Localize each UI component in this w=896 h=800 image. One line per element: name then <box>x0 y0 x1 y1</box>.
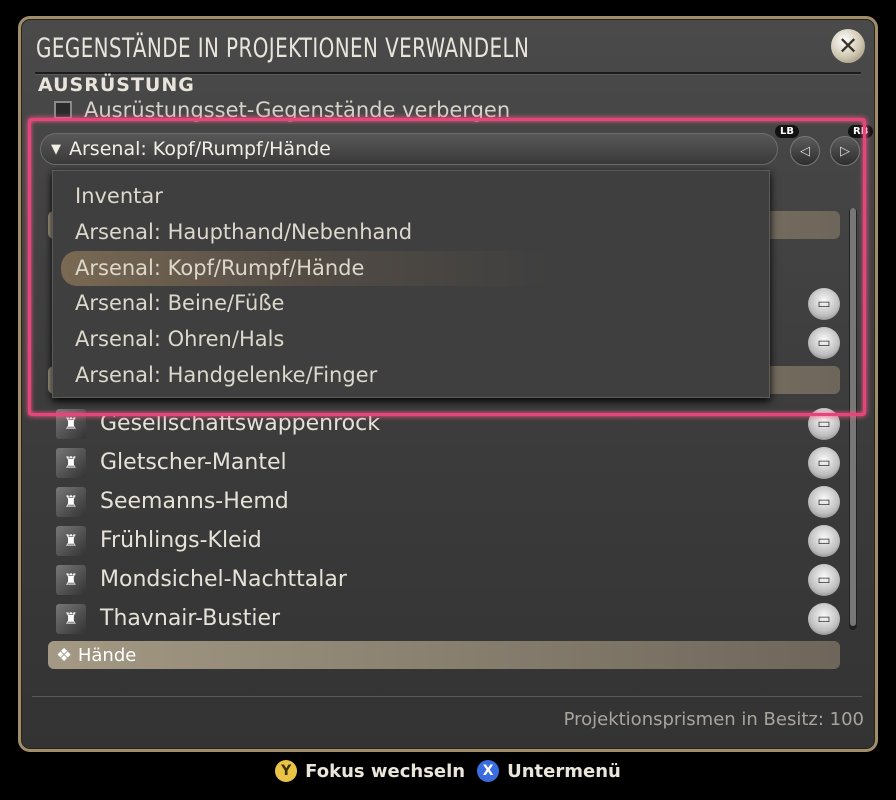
item-name: Frühlings-Kleid <box>100 528 262 553</box>
button-hints: Y Fokus wechseln X Untermenü <box>0 760 896 782</box>
item-name: Gesellschaftswappenrock <box>100 411 380 436</box>
item-name: Thavnair-Bustier <box>100 606 281 631</box>
item-name: Gletscher-Mantel <box>100 450 287 475</box>
chest-icon[interactable]: ▭ <box>808 524 840 557</box>
footer-divider <box>32 696 862 697</box>
section-label: AUSRÜSTUNG <box>38 74 195 96</box>
list-item[interactable]: ♜ Mondsichel-Nachttalar ▭ <box>56 560 840 599</box>
item-icon: ♜ <box>56 486 86 517</box>
x-button-icon: X <box>477 760 500 782</box>
chest-icon[interactable]: ▭ <box>808 407 840 440</box>
hands-category-bar: ❖ Hände <box>48 641 840 669</box>
dropdown-option[interactable]: Arsenal: Haupthand/Nebenhand <box>53 215 769 251</box>
y-button-icon: Y <box>275 760 298 782</box>
item-name: Seemanns-Hemd <box>100 489 289 514</box>
prism-count: Projektionsprismen in Besitz: 100 <box>563 709 864 730</box>
hint-focus-switch: Fokus wechseln <box>305 760 466 782</box>
item-icon: ♜ <box>56 447 86 478</box>
window-title: GEGENSTÄNDE IN PROJEKTIONEN VERWANDELN <box>36 33 530 64</box>
category-select[interactable]: ▼ Arsenal: Kopf/Rumpf/Hände <box>40 133 778 165</box>
item-icon: ♜ <box>56 408 86 439</box>
hide-set-items-label: Ausrüstungsset-Gegenstände verbergen <box>84 98 511 122</box>
next-category-icon[interactable]: ▷ <box>830 136 860 166</box>
chest-icon[interactable]: ▭ <box>808 327 840 359</box>
list-item[interactable]: ♜ Gesellschaftswappenrock ▭ <box>56 404 840 443</box>
list-item[interactable]: ♜ Seemanns-Hemd ▭ <box>56 482 840 521</box>
hide-set-items-checkbox[interactable] <box>54 101 72 119</box>
list-item[interactable]: ♜ Frühlings-Kleid ▭ <box>56 521 840 560</box>
dropdown-option[interactable]: Inventar <box>53 179 769 215</box>
prev-category-icon[interactable]: ◁ <box>790 136 820 166</box>
dropdown-option[interactable]: Arsenal: Ohren/Hals <box>53 322 769 358</box>
chest-icon[interactable]: ▭ <box>808 602 840 635</box>
chest-icon[interactable]: ▭ <box>808 563 840 596</box>
item-icon: ♜ <box>56 525 86 556</box>
list-scrollbar[interactable] <box>849 208 857 630</box>
category-selected-value: Arsenal: Kopf/Rumpf/Hände <box>69 138 331 160</box>
lb-button-tag: LB <box>775 125 799 138</box>
scrollbar-thumb[interactable] <box>850 208 856 626</box>
item-icon: ♜ <box>56 603 86 634</box>
list-item[interactable]: ♜ Thavnair-Bustier ▭ <box>56 599 840 638</box>
rb-button-tag: RB <box>848 125 874 138</box>
dropdown-option[interactable]: Arsenal: Handgelenke/Finger <box>53 358 769 394</box>
hide-set-items-row[interactable]: Ausrüstungsset-Gegenstände verbergen <box>54 98 510 122</box>
close-icon[interactable]: ✕ <box>831 29 865 63</box>
dropdown-option-selected[interactable]: Arsenal: Kopf/Rumpf/Hände <box>61 250 761 287</box>
dropdown-option[interactable]: Arsenal: Beine/Füße <box>53 286 769 322</box>
category-dropdown: Inventar Arsenal: Haupthand/Nebenhand Ar… <box>52 170 770 398</box>
caret-down-icon: ▼ <box>51 141 61 157</box>
item-icon: ♜ <box>56 564 86 595</box>
chest-icon[interactable]: ▭ <box>808 288 840 320</box>
chest-icon[interactable]: ▭ <box>808 485 840 518</box>
item-name: Mondsichel-Nachttalar <box>100 567 347 592</box>
list-item[interactable]: ♜ Gletscher-Mantel ▭ <box>56 443 840 482</box>
chest-icon[interactable]: ▭ <box>808 446 840 479</box>
hint-submenu: Untermenü <box>507 760 621 782</box>
